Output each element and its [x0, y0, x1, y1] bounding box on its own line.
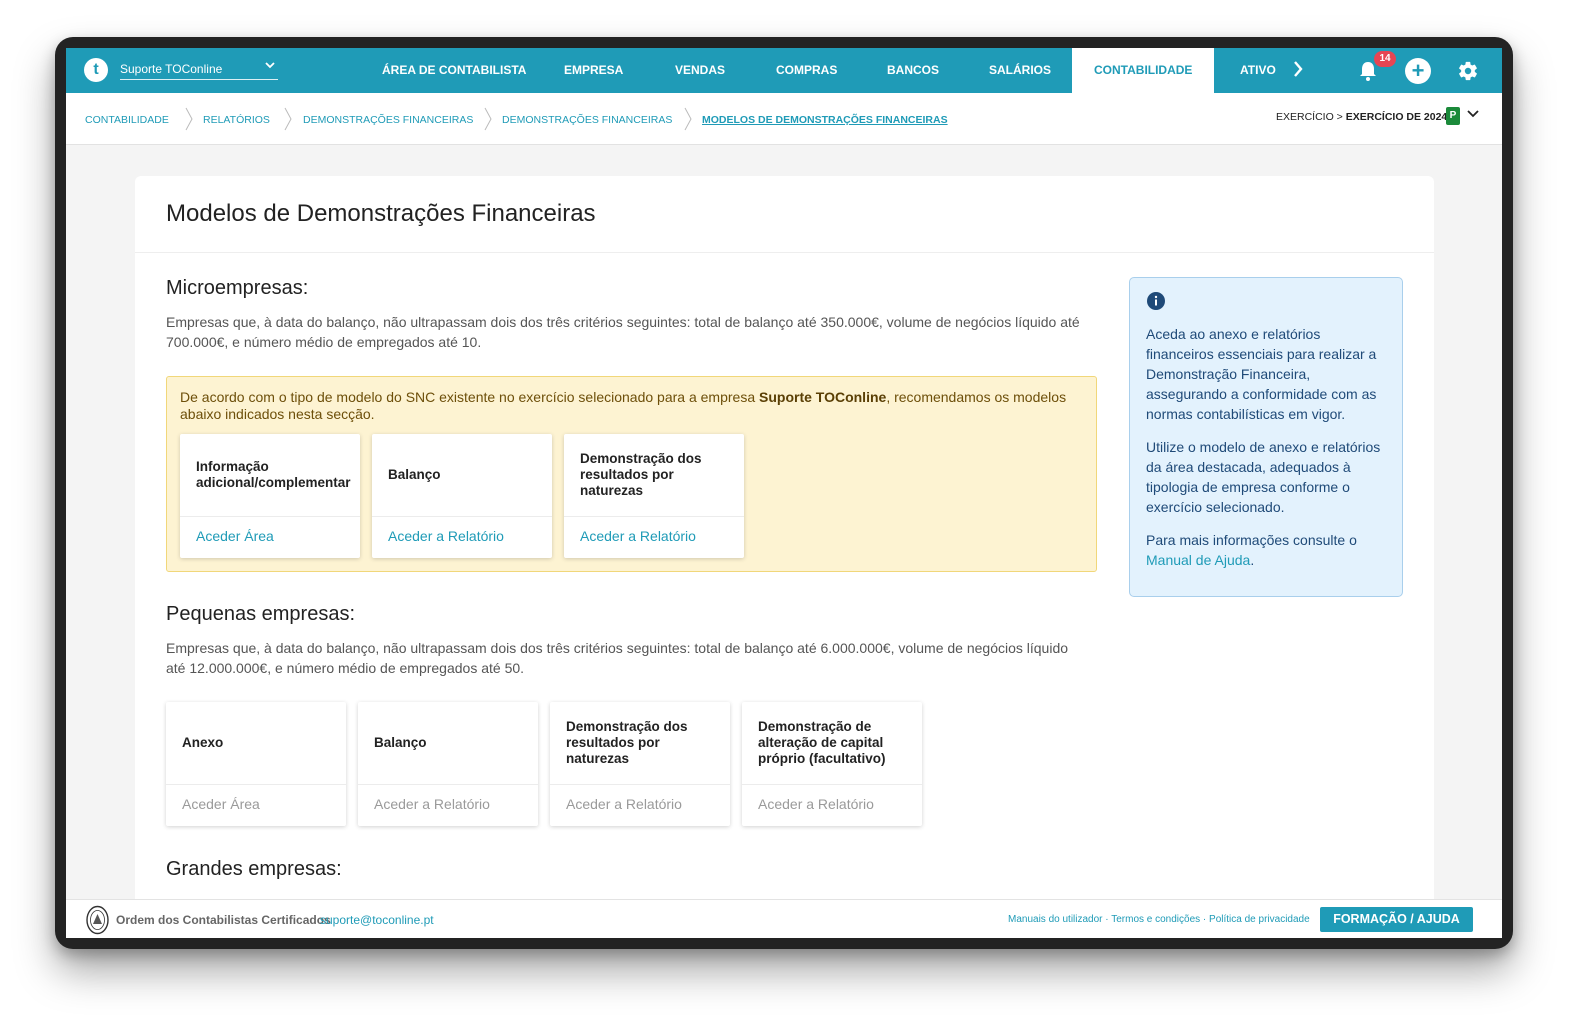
- toconline-logo[interactable]: t: [84, 58, 108, 82]
- tile-access-link[interactable]: Aceder Área: [196, 528, 274, 544]
- tile-access-link[interactable]: Aceder a Relatório: [758, 796, 874, 812]
- tile-access-link[interactable]: Aceder a Relatório: [580, 528, 696, 544]
- tile-title: Anexo: [182, 735, 224, 750]
- chevron-down-icon[interactable]: [1466, 107, 1480, 124]
- footer-links: Manuais do utilizador · Termos e condiçõ…: [1008, 914, 1310, 925]
- tile-title: Balanço: [374, 735, 427, 750]
- small-tile-capital-proprio: Demonstração de alteração de capital pró…: [742, 702, 922, 826]
- footer-link-manuais[interactable]: Manuais do utilizador: [1008, 914, 1103, 925]
- breadcrumb-separator-icon: [484, 107, 492, 131]
- main-content-card: Modelos de Demonstrações Financeiras Mic…: [135, 176, 1434, 938]
- tile-access-link[interactable]: Aceder a Relatório: [566, 796, 682, 812]
- footer: Ordem dos Contabilistas Certificados sup…: [66, 899, 1502, 938]
- tile-title: Demonstração dos resultados por natureza…: [566, 719, 688, 766]
- divider: [564, 516, 744, 517]
- footer-link-privacidade[interactable]: Política de privacidade: [1209, 914, 1310, 925]
- nav-salarios[interactable]: SALÁRIOS: [989, 48, 1051, 93]
- nav-contabilidade[interactable]: CONTABILIDADE: [1072, 48, 1215, 93]
- occ-seal-icon: [86, 905, 109, 935]
- breadcrumb-current-page[interactable]: MODELOS DE DEMONSTRAÇÕES FINANCEIRAS: [702, 114, 948, 126]
- small-description: Empresas que, à data do balanço, não ult…: [166, 640, 1069, 676]
- micro-description: Empresas que, à data do balanço, não ult…: [166, 314, 1080, 350]
- tile-access-link[interactable]: Aceder a Relatório: [388, 528, 504, 544]
- footer-link-termos[interactable]: Termos e condições: [1111, 914, 1200, 925]
- breadcrumb-contabilidade[interactable]: CONTABILIDADE: [85, 114, 169, 126]
- nav-vendas[interactable]: VENDAS: [675, 48, 725, 93]
- top-navigation-bar: t Suporte TOConline ÁREA DE CONTABILISTA…: [66, 48, 1502, 93]
- micro-tile-demonstracao-resultados: Demonstração dos resultados por natureza…: [564, 434, 744, 558]
- small-tile-balanco: Balanço Aceder a Relatório: [358, 702, 538, 826]
- tile-title: Demonstração dos resultados por natureza…: [580, 451, 702, 498]
- exercise-value: EXERCÍCIO DE 2024: [1345, 111, 1448, 123]
- small-heading: Pequenas empresas:: [166, 603, 356, 625]
- info-paragraph-2: Utilize o modelo de anexo e relatórios d…: [1146, 439, 1381, 515]
- breadcrumb-separator-icon: [284, 107, 292, 131]
- info-paragraph-3-suffix: .: [1250, 552, 1255, 568]
- divider: [180, 516, 360, 517]
- exercise-status-badge: P: [1446, 107, 1460, 125]
- exercise-label: EXERCÍCIO >: [1276, 111, 1346, 123]
- help-manual-link[interactable]: Manual de Ajuda: [1146, 552, 1250, 568]
- small-tile-anexo: Anexo Aceder Área: [166, 702, 346, 826]
- divider: [550, 784, 730, 785]
- tile-title: Demonstração de alteração de capital pró…: [758, 719, 886, 766]
- micro-tile-informacao: Informação adicional/complementar Aceder…: [180, 434, 360, 558]
- tile-access-link[interactable]: Aceder a Relatório: [374, 796, 490, 812]
- nav-scroll-right-button[interactable]: [1292, 59, 1304, 84]
- nav-empresa[interactable]: EMPRESA: [564, 48, 623, 93]
- large-heading: Grandes empresas:: [166, 858, 342, 880]
- micro-heading: Microempresas:: [166, 277, 309, 299]
- breadcrumb: CONTABILIDADE RELATÓRIOS DEMONSTRAÇÕES F…: [66, 93, 1502, 145]
- training-help-button[interactable]: FORMAÇÃO / AJUDA: [1320, 907, 1473, 932]
- divider: [358, 784, 538, 785]
- small-tile-demonstracao-resultados: Demonstração dos resultados por natureza…: [550, 702, 730, 826]
- breadcrumb-relatorios[interactable]: RELATÓRIOS: [203, 114, 270, 126]
- breadcrumb-separator-icon: [684, 107, 692, 131]
- gear-icon[interactable]: [1457, 60, 1479, 82]
- company-name: Suporte TOConline: [120, 62, 223, 76]
- recommendation-box: De acordo com o tipo de modelo do SNC ex…: [166, 376, 1097, 572]
- chevron-down-icon: [264, 58, 276, 76]
- divider: [742, 784, 922, 785]
- footer-org-name: Ordem dos Contabilistas Certificados: [116, 913, 331, 927]
- tile-title: Informação adicional/complementar: [196, 459, 351, 490]
- nav-bancos[interactable]: BANCOS: [887, 48, 939, 93]
- nav-area-de-contabilista[interactable]: ÁREA DE CONTABILISTA: [382, 48, 526, 93]
- recommendation-prefix: De acordo com o tipo de modelo do SNC ex…: [180, 389, 759, 405]
- breadcrumb-demonstracoes-2[interactable]: DEMONSTRAÇÕES FINANCEIRAS: [502, 114, 672, 126]
- info-panel: Aceda ao anexo e relatórios financeiros …: [1129, 277, 1403, 597]
- divider: [135, 252, 1434, 253]
- divider: [166, 784, 346, 785]
- notification-badge: 14: [1374, 51, 1396, 67]
- info-icon: [1147, 292, 1165, 310]
- tile-title: Balanço: [388, 467, 441, 482]
- micro-tile-balanco: Balanço Aceder a Relatório: [372, 434, 552, 558]
- info-paragraph-1: Aceda ao anexo e relatórios financeiros …: [1146, 326, 1377, 422]
- footer-support-email[interactable]: suporte@toconline.pt: [320, 913, 434, 927]
- info-paragraph-3: Para mais informações consulte o Manual …: [1146, 530, 1391, 570]
- plus-icon[interactable]: +: [1405, 58, 1431, 84]
- breadcrumb-demonstracoes-1[interactable]: DEMONSTRAÇÕES FINANCEIRAS: [303, 114, 473, 126]
- exercise-selector[interactable]: EXERCÍCIO > EXERCÍCIO DE 2024: [1276, 111, 1447, 123]
- breadcrumb-separator-icon: [185, 107, 193, 131]
- nav-compras[interactable]: COMPRAS: [776, 48, 837, 93]
- page-title: Modelos de Demonstrações Financeiras: [166, 200, 596, 227]
- recommendation-text: De acordo com o tipo de modelo do SNC ex…: [180, 389, 1080, 423]
- divider: [372, 516, 552, 517]
- recommendation-company: Suporte TOConline: [759, 389, 887, 405]
- tile-access-link[interactable]: Aceder Área: [182, 796, 260, 812]
- chevron-right-icon: [1294, 61, 1303, 77]
- company-selector[interactable]: Suporte TOConline: [120, 60, 278, 80]
- info-paragraph-3-prefix: Para mais informações consulte o: [1146, 532, 1357, 548]
- nav-ativo[interactable]: ATIVO: [1240, 48, 1276, 93]
- app-screen: t Suporte TOConline ÁREA DE CONTABILISTA…: [66, 48, 1502, 938]
